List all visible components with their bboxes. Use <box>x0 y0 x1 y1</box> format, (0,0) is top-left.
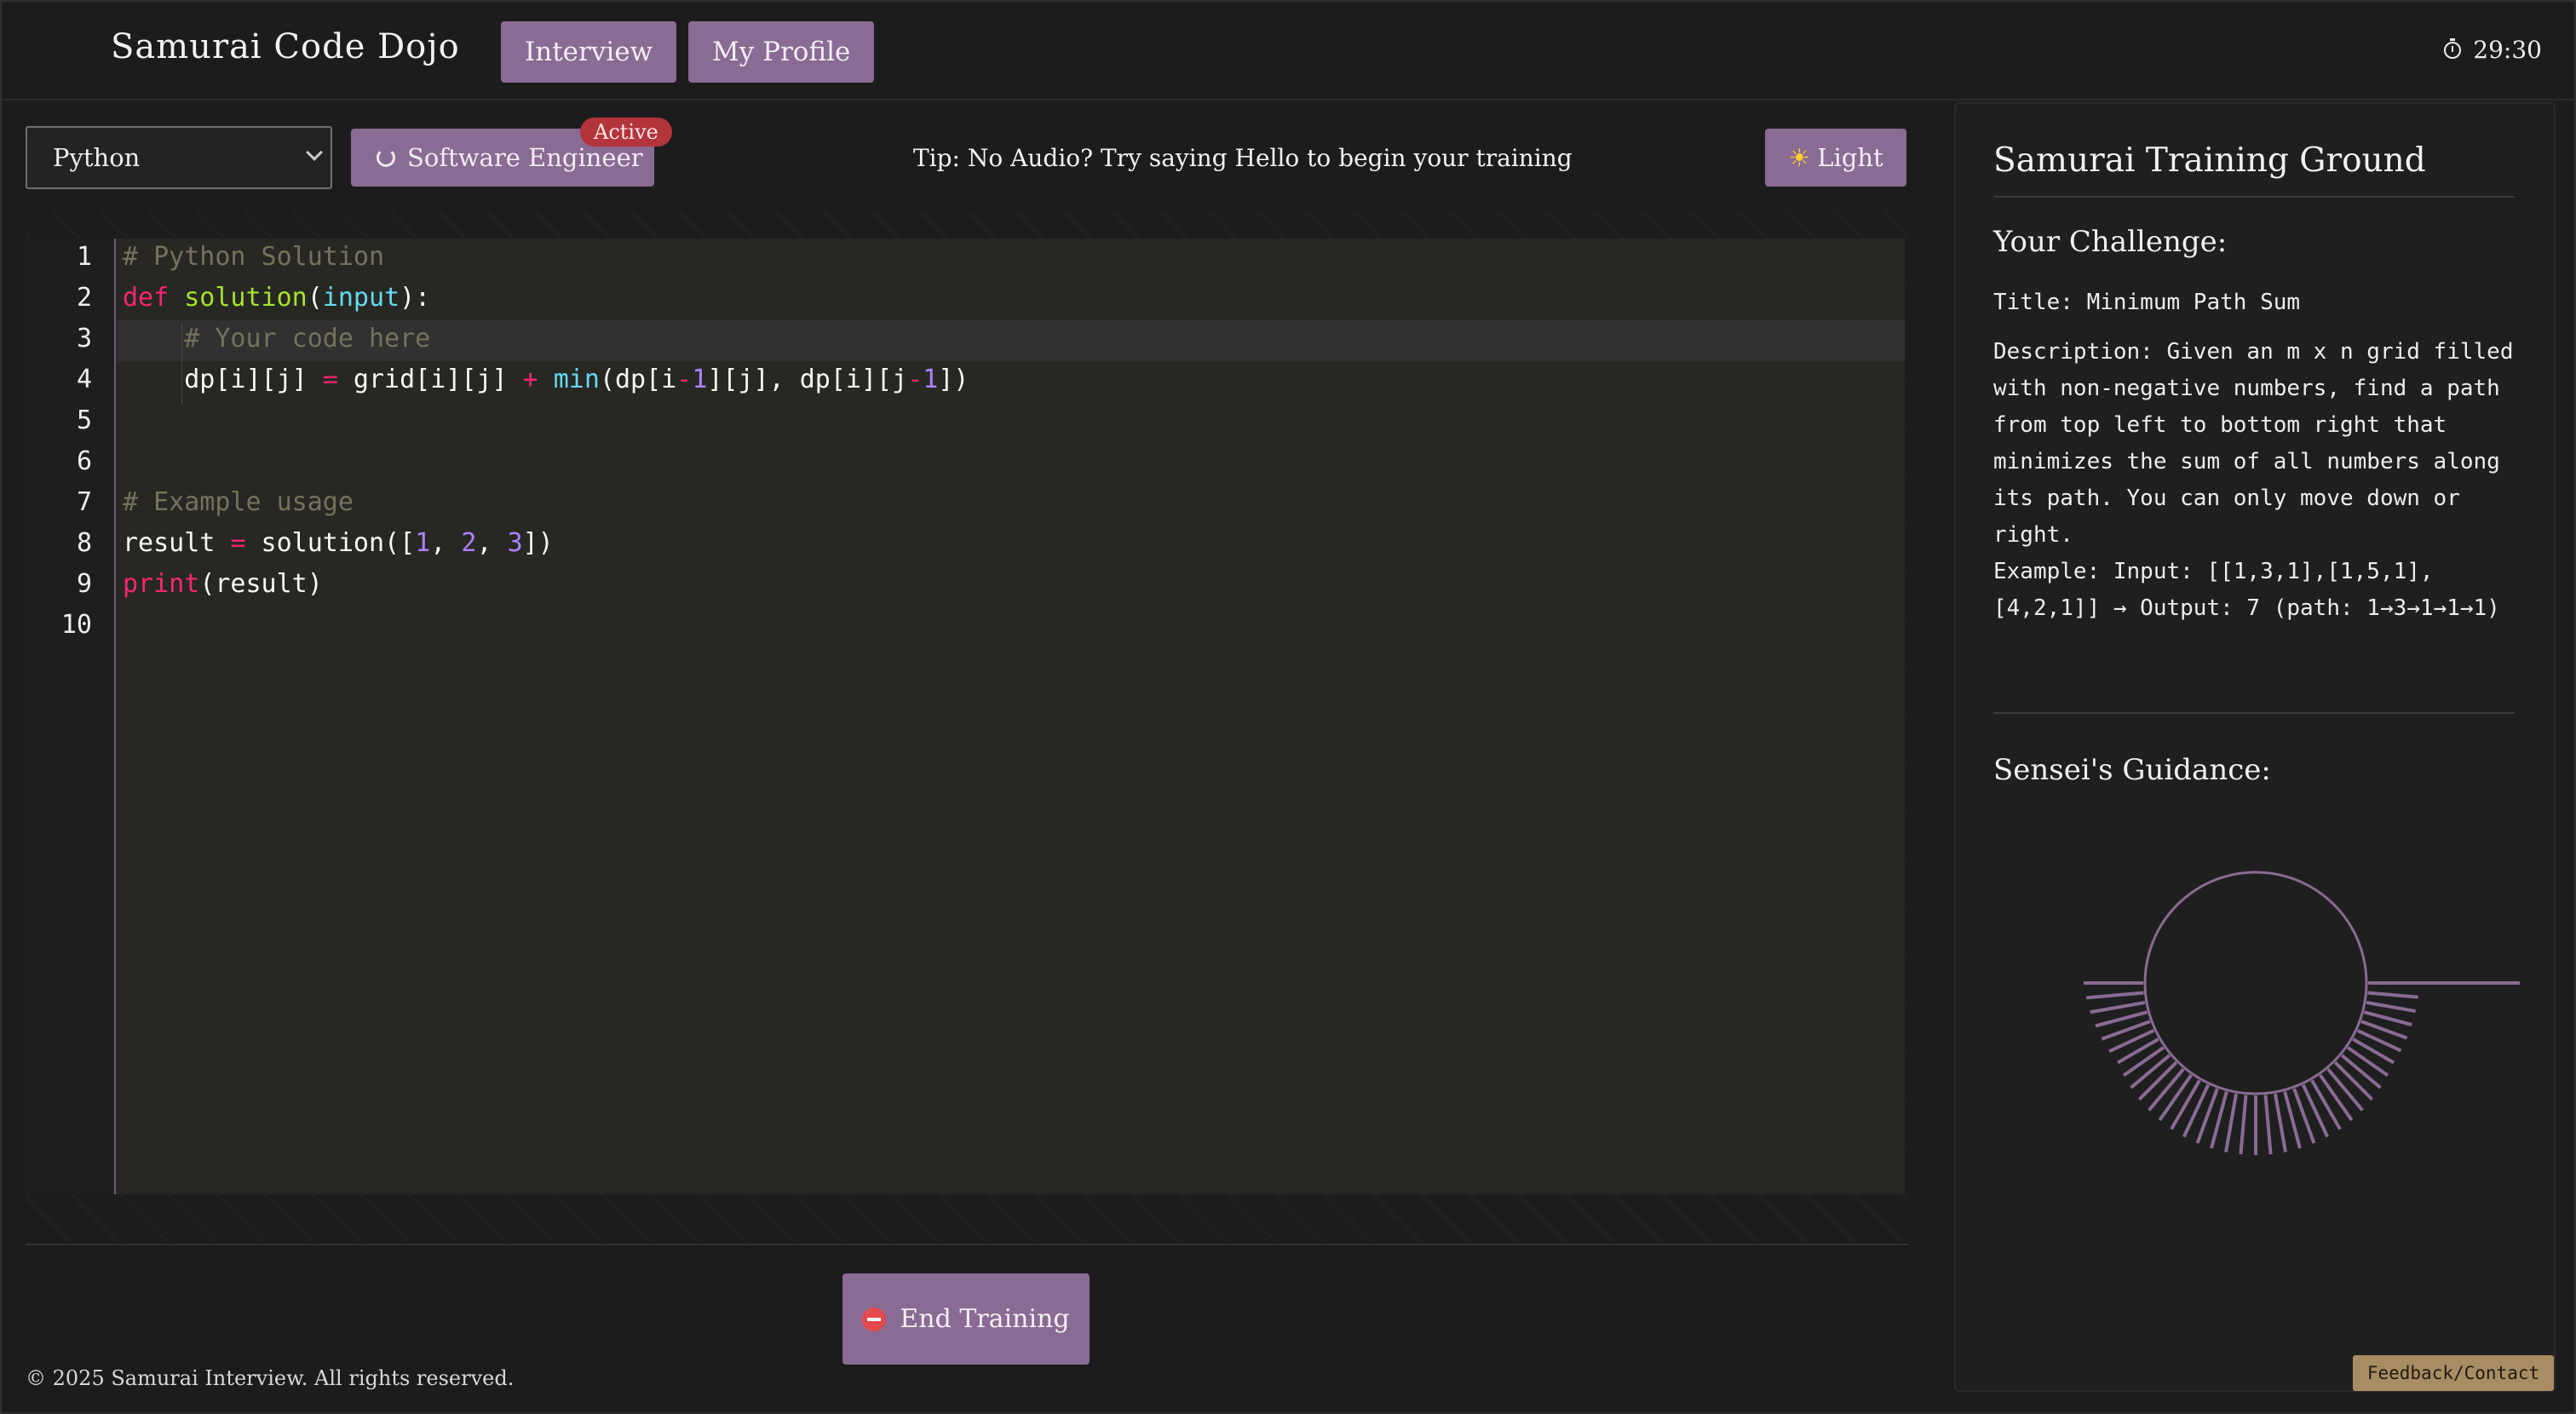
top-header: Samurai Code Dojo Interview My Profile 2… <box>2 2 2576 101</box>
session-timer: 29:30 <box>2444 36 2542 64</box>
challenge-heading: Your Challenge: <box>1993 225 2228 259</box>
line-number-gutter: 1 2 3 4 5 6 7 8 9 10 <box>26 239 116 1194</box>
visualizer-ray <box>2367 991 2418 999</box>
end-training-label: End Training <box>900 1304 1070 1334</box>
editor-divider <box>26 1244 1908 1245</box>
copyright-text: © 2025 Samurai Interview. All rights res… <box>26 1366 515 1390</box>
line-number: 1 <box>76 242 92 272</box>
visualizer-ray <box>2158 1073 2193 1122</box>
app-window: Samurai Code Dojo Interview My Profile 2… <box>0 0 2576 1414</box>
nav-interview-button[interactable]: Interview <box>501 21 677 83</box>
refresh-icon <box>377 148 395 167</box>
visualizer-ray <box>2310 1079 2342 1130</box>
panel-title: Samurai Training Ground <box>1993 141 2426 180</box>
visualizer-ray <box>2182 1083 2211 1138</box>
visualizer-ray <box>2346 1046 2389 1078</box>
visualizer-ray <box>2085 991 2144 1000</box>
guidance-heading: Sensei's Guidance: <box>1993 753 2271 787</box>
no-entry-icon <box>862 1307 887 1331</box>
app-title: Samurai Code Dojo <box>111 27 460 66</box>
code-line-8: result = solution([1, 2, 3]) <box>123 528 554 558</box>
line-number: 4 <box>76 365 92 394</box>
line-number: 2 <box>76 283 92 313</box>
visualizer-ray <box>2366 1000 2416 1014</box>
code-editor[interactable]: 1 2 3 4 5 6 7 8 9 10 # Python Solution d… <box>26 239 1905 1194</box>
visualizer-ray <box>2148 1067 2185 1112</box>
line-number: 3 <box>76 324 92 354</box>
theme-toggle-button[interactable]: ☀ Light <box>1765 129 1906 187</box>
language-select[interactable]: Python <box>26 126 332 189</box>
visualizer-ray <box>2239 1095 2248 1155</box>
panel-divider <box>1993 196 2515 198</box>
visualizer-ray <box>2363 1010 2412 1027</box>
line-number: 5 <box>76 405 92 435</box>
visualizer-ring <box>2143 871 2368 1095</box>
audio-visualizer <box>2084 871 2520 1155</box>
stopwatch-icon <box>2444 37 2462 59</box>
line-number: 9 <box>76 569 92 599</box>
end-training-button[interactable]: End Training <box>842 1273 1090 1365</box>
language-select-value: Python <box>53 143 141 172</box>
active-status-badge: Active <box>580 118 672 147</box>
visualizer-ray <box>2263 1095 2273 1155</box>
code-line-1: # Python Solution <box>123 242 385 272</box>
code-line-9: print(result) <box>123 569 323 599</box>
feedback-contact-button[interactable]: Feedback/Contact <box>2353 1355 2554 1391</box>
panel-divider <box>1993 712 2515 714</box>
audio-tip: Tip: No Audio? Try saying Hello to begin… <box>913 144 1573 172</box>
visualizer-ray <box>2333 1060 2374 1101</box>
line-number: 10 <box>60 610 92 640</box>
nav-my-profile-button[interactable]: My Profile <box>688 21 875 83</box>
visualizer-ray <box>2273 1093 2287 1152</box>
challenge-description: Description: Given an m x n grid filled … <box>1993 339 2514 548</box>
challenge-title: Title: Minimum Path Sum <box>1993 290 2301 315</box>
code-line-7: # Example usage <box>123 487 354 517</box>
code-line-4: dp[i][j] = grid[i][j] + min(dp[i-1][j], … <box>123 365 969 394</box>
visualizer-ray <box>2170 1079 2201 1130</box>
visualizer-ray <box>2340 1054 2382 1089</box>
visualizer-ray <box>2224 1093 2239 1152</box>
visualizer-ray <box>2301 1083 2329 1138</box>
visualizer-ray <box>2130 1054 2171 1089</box>
visualizer-ray <box>2090 1000 2146 1015</box>
code-line-2: def solution(input): <box>123 283 431 313</box>
theme-label: Light <box>1817 143 1883 172</box>
challenge-example: Example: Input: [[1,3,1],[1,5,1],[4,2,1]… <box>1993 559 2500 621</box>
visualizer-ray <box>2326 1067 2364 1112</box>
code-line-3: # Your code here <box>184 324 431 354</box>
line-number: 6 <box>76 446 92 476</box>
visualizer-ray <box>2137 1060 2178 1101</box>
timer-value: 29:30 <box>2473 36 2542 64</box>
chevron-down-icon <box>306 144 323 161</box>
line-number: 8 <box>76 528 92 558</box>
sun-icon: ☀ <box>1788 143 1811 172</box>
training-panel: Samurai Training Ground Your Challenge: … <box>1954 102 2556 1392</box>
line-number: 7 <box>76 487 92 517</box>
visualizer-ray <box>2122 1046 2165 1078</box>
visualizer-ray <box>2319 1073 2354 1122</box>
